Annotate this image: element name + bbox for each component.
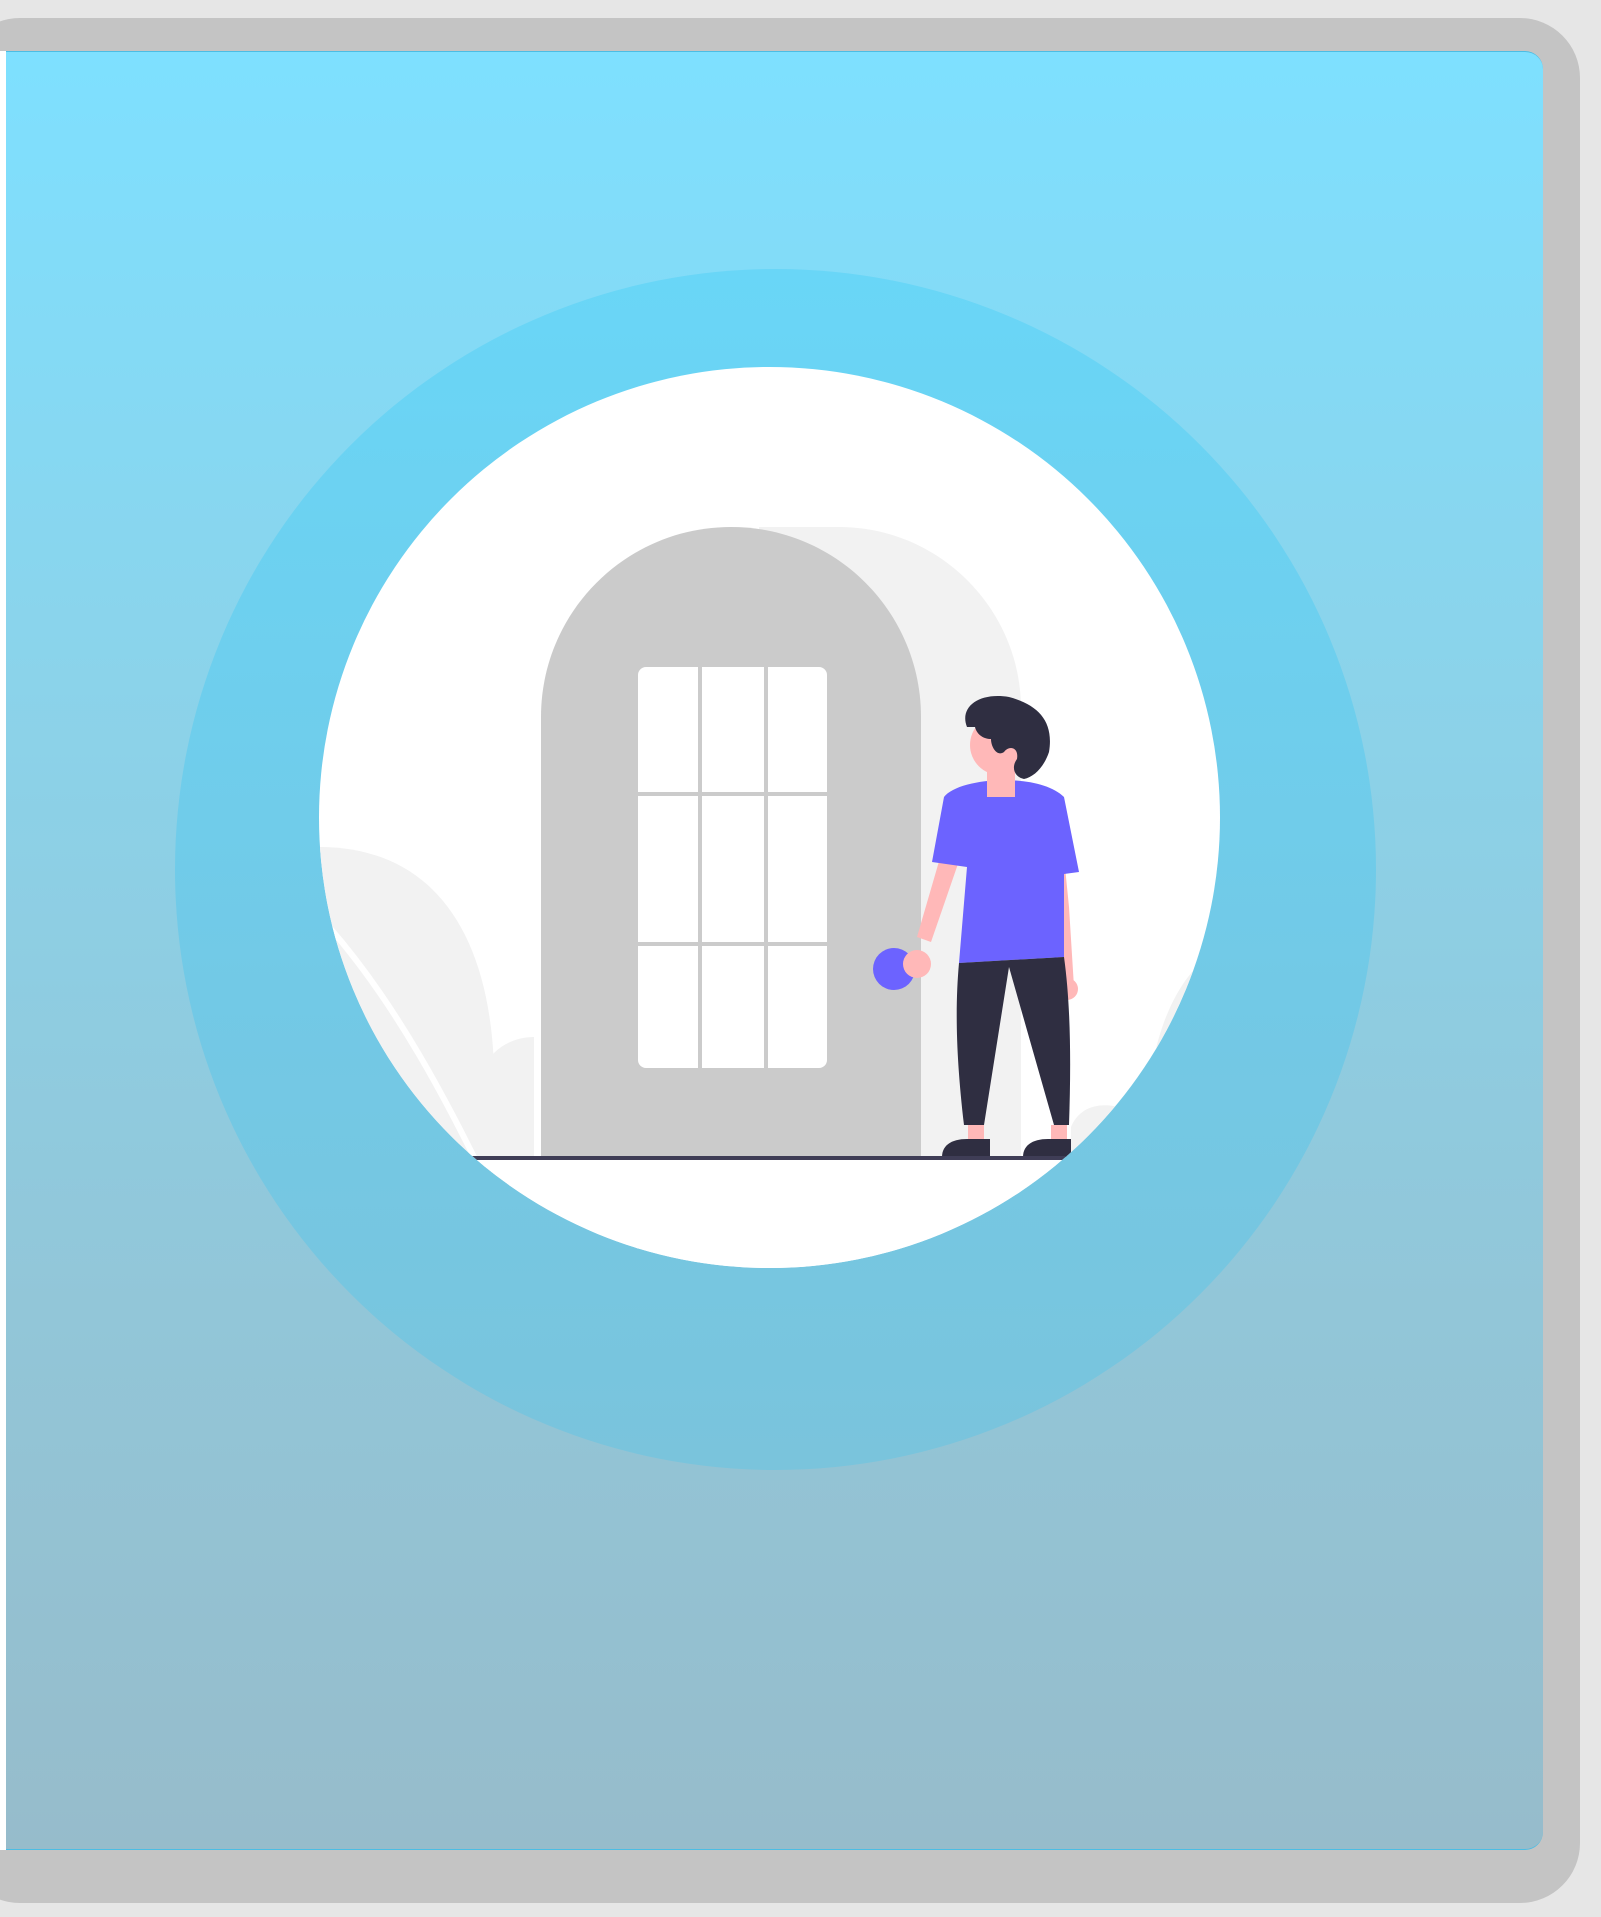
bush-left-icon [319, 847, 494, 1187]
bush-right-icon [1149, 947, 1220, 1187]
door-window-icon [638, 667, 827, 1068]
illustration-disc [319, 367, 1220, 1268]
door-illustration [319, 527, 1220, 1268]
